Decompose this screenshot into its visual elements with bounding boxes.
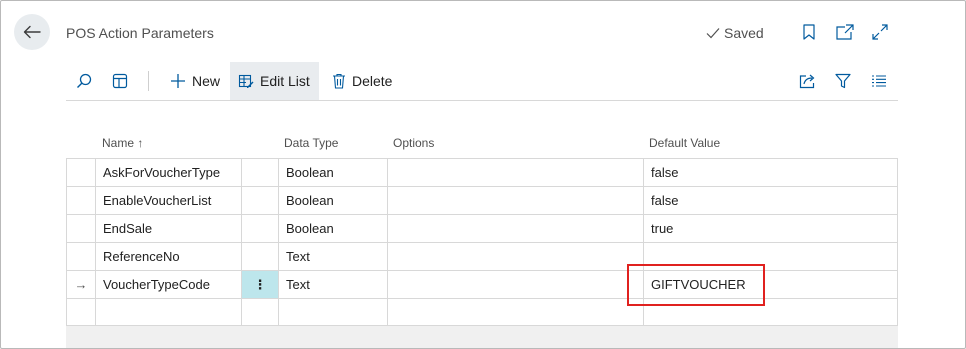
row-indicator[interactable] — [66, 299, 95, 326]
data-type-cell[interactable]: Text — [278, 271, 387, 298]
name-cell[interactable]: EnableVoucherList — [95, 187, 241, 214]
filter-button[interactable] — [827, 62, 859, 100]
data-type-cell[interactable] — [278, 299, 387, 326]
view-toggle-button[interactable] — [104, 62, 136, 100]
options-cell[interactable] — [387, 215, 643, 242]
expand-button[interactable] — [871, 23, 889, 41]
layout-icon — [112, 73, 128, 89]
name-cell[interactable]: AskForVoucherType — [95, 159, 241, 186]
name-cell[interactable]: ReferenceNo — [95, 243, 241, 270]
edit-list-button-label: Edit List — [260, 73, 310, 89]
name-cell[interactable] — [95, 299, 241, 326]
options-cell[interactable] — [387, 271, 643, 298]
list-icon — [872, 75, 886, 87]
parameters-grid: AskForVoucherType Boolean false EnableVo… — [66, 158, 898, 326]
edit-list-icon — [238, 74, 254, 88]
saved-status: Saved — [706, 25, 764, 41]
name-cell[interactable]: EndSale — [95, 215, 241, 242]
default-value-cell[interactable]: true — [643, 215, 898, 242]
back-button[interactable] — [14, 14, 50, 50]
new-button[interactable]: New — [162, 62, 228, 100]
bookmark-button[interactable] — [800, 23, 818, 41]
column-header-options[interactable]: Options — [393, 136, 434, 150]
column-header-name[interactable]: Name ↑ — [102, 136, 143, 150]
default-value-cell[interactable]: false — [643, 159, 898, 186]
filter-icon — [835, 73, 851, 89]
trash-icon — [333, 73, 345, 89]
options-cell[interactable] — [387, 159, 643, 186]
open-in-new-window-icon — [836, 24, 854, 40]
saved-label: Saved — [724, 25, 764, 41]
list-options-button[interactable] — [863, 62, 895, 100]
current-row-arrow-icon[interactable]: → — [66, 271, 95, 298]
sort-ascending-icon: ↑ — [137, 136, 144, 150]
options-cell[interactable] — [387, 243, 643, 270]
share-button[interactable] — [791, 62, 825, 100]
data-type-cell[interactable]: Boolean — [278, 187, 387, 214]
options-cell[interactable] — [387, 187, 643, 214]
grid-footer — [66, 326, 898, 348]
row-indicator[interactable] — [66, 215, 95, 242]
row-indicator[interactable] — [66, 159, 95, 186]
expand-icon — [872, 24, 888, 40]
column-header-name-label: Name — [102, 136, 135, 150]
row-menu-cell — [241, 215, 278, 242]
row-menu-cell — [241, 299, 278, 326]
plus-icon — [171, 74, 185, 88]
table-row[interactable]: AskForVoucherType Boolean false — [66, 158, 898, 186]
data-type-cell[interactable]: Text — [278, 243, 387, 270]
row-menu-cell — [241, 159, 278, 186]
search-icon — [77, 73, 92, 88]
data-type-cell[interactable]: Boolean — [278, 159, 387, 186]
row-indicator[interactable] — [66, 187, 95, 214]
open-new-window-button[interactable] — [836, 23, 854, 41]
default-value-cell[interactable]: false — [643, 187, 898, 214]
delete-button-label: Delete — [352, 73, 393, 89]
annotation-highlight-box — [627, 264, 765, 306]
new-button-label: New — [192, 73, 221, 89]
table-row[interactable]: EnableVoucherList Boolean false — [66, 186, 898, 214]
name-cell[interactable]: VoucherTypeCode — [95, 271, 241, 298]
arrow-left-icon — [23, 25, 41, 39]
toolbar-divider — [148, 71, 149, 91]
table-row-empty[interactable] — [66, 298, 898, 326]
column-header-default-value[interactable]: Default Value — [649, 136, 720, 150]
table-row[interactable]: EndSale Boolean true — [66, 214, 898, 242]
row-menu-cell — [241, 243, 278, 270]
page-title: POS Action Parameters — [66, 25, 214, 41]
edit-list-button[interactable]: Edit List — [230, 62, 319, 100]
row-menu-cell — [241, 187, 278, 214]
share-icon — [799, 74, 815, 89]
row-actions-menu-button[interactable]: ⋮ — [241, 271, 278, 298]
data-type-cell[interactable]: Boolean — [278, 215, 387, 242]
options-cell[interactable] — [387, 299, 643, 326]
table-row[interactable]: ReferenceNo Text — [66, 242, 898, 270]
table-row-selected[interactable]: → VoucherTypeCode ⋮ Text GIFTVOUCHER — [66, 270, 898, 298]
row-indicator[interactable] — [66, 243, 95, 270]
column-header-data-type[interactable]: Data Type — [284, 136, 338, 150]
search-button[interactable] — [68, 62, 100, 100]
bookmark-icon — [803, 24, 815, 40]
action-bar: New Edit List Delete — [66, 62, 898, 101]
delete-button[interactable]: Delete — [324, 62, 400, 100]
checkmark-icon — [706, 28, 720, 39]
